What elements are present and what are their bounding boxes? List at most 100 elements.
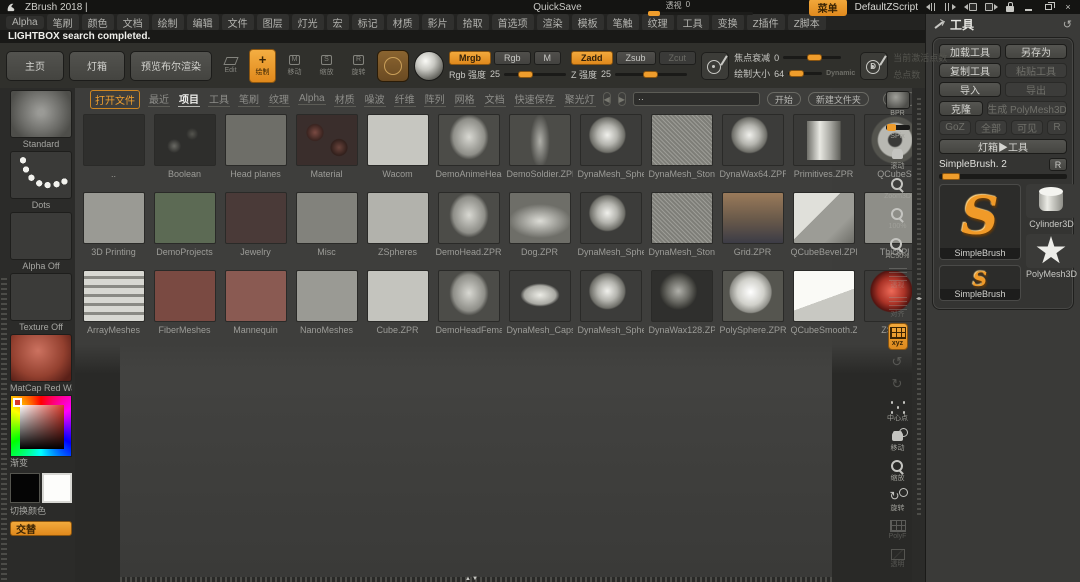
load-tool-button[interactable]: 加载工具	[939, 44, 1001, 59]
lightbox-item[interactable]: Mannequin	[223, 270, 289, 344]
right-tray-toggle-icon[interactable]	[945, 3, 956, 11]
draw-size-slider[interactable]: 绘制大小 64 Dynamic	[734, 67, 855, 80]
quicksave-button[interactable]: QuickSave	[533, 2, 581, 13]
menu-item[interactable]: 材质	[387, 14, 419, 31]
menu-item[interactable]: 纹理	[642, 14, 674, 31]
lightbox-item[interactable]: ZSpheres	[365, 192, 431, 270]
lightbox-thumbnail[interactable]	[438, 114, 500, 166]
right-shelf-item[interactable]: PolyF	[888, 517, 908, 542]
stroke-thumbnail[interactable]	[10, 151, 72, 199]
lightbox-item[interactable]: DynaMesh_Spher	[578, 270, 644, 344]
menu-item[interactable]: 工具	[677, 14, 709, 31]
prev-document-icon[interactable]	[964, 3, 977, 11]
lightbox-item[interactable]: Dog.ZPR	[507, 192, 573, 270]
menu-item[interactable]: 文件	[222, 14, 254, 31]
lightbox-item[interactable]: DynaMesh_Capsu	[507, 270, 573, 344]
lightbox-item[interactable]: Primitives.ZPR	[791, 114, 857, 192]
lightbox-thumbnail[interactable]	[296, 270, 358, 322]
menu-item[interactable]: Alpha	[6, 16, 44, 29]
rotate-mode-button[interactable]: R 旋转	[345, 49, 372, 83]
lightbox-item[interactable]: Cube.ZPR	[365, 270, 431, 344]
menu-item[interactable]: 图层	[257, 14, 289, 31]
preview-boolean-button[interactable]: 预览布尔渲染	[130, 51, 212, 81]
right-shelf-item[interactable]: 100%	[886, 205, 910, 232]
lightbox-forward-icon[interactable]: ▶	[618, 92, 626, 106]
tool-palette-header[interactable]: 工具 ↺	[926, 14, 1080, 34]
clone-button[interactable]: 克隆	[939, 101, 983, 116]
right-shelf-item[interactable]	[886, 353, 910, 372]
lightbox-item[interactable]: QCubeSmooth.ZP	[791, 270, 857, 344]
color-picker[interactable]	[10, 395, 72, 457]
make-polymesh3d-button[interactable]: 生成 PolyMesh3D	[987, 101, 1067, 116]
menu-item[interactable]: Z脚本	[788, 14, 826, 31]
import-button[interactable]: 导入	[939, 82, 1001, 97]
lightbox-tab[interactable]: 材质	[334, 91, 356, 107]
lightbox-item[interactable]: FiberMeshes	[152, 270, 218, 344]
edit-mode-button[interactable]: Edit	[217, 49, 244, 83]
menu-item[interactable]: 渲染	[537, 14, 569, 31]
current-material-preview[interactable]	[414, 51, 444, 81]
alpha-thumbnail[interactable]	[10, 212, 72, 260]
lightbox-thumbnail[interactable]	[225, 114, 287, 166]
lightbox-thumbnail[interactable]	[722, 114, 784, 166]
zcut-button[interactable]: Zcut	[659, 51, 697, 65]
tool-item-cylinder3d[interactable]: Cylinder3D	[1026, 184, 1077, 229]
lightbox-thumbnail[interactable]	[83, 192, 145, 244]
lightbox-thumbnail[interactable]	[509, 114, 571, 166]
color-picker-sv-area[interactable]	[20, 405, 64, 449]
menu-item[interactable]: 编辑	[187, 14, 219, 31]
goz-r-button[interactable]: R	[1047, 120, 1067, 135]
lightbox-thumbnail[interactable]	[154, 114, 216, 166]
canvas-scroll-arrows-icon[interactable]: ▲▼	[465, 576, 479, 582]
right-shelf-item[interactable]: 移动	[886, 427, 910, 454]
lightbox-thumbnail[interactable]	[154, 192, 216, 244]
lightbox-item[interactable]: NanoMeshes	[294, 270, 360, 344]
save-as-button[interactable]: 另存为	[1005, 44, 1067, 59]
lightbox-tab[interactable]: 网格	[454, 91, 476, 107]
right-shelf-item[interactable]: 缩放	[886, 457, 910, 484]
lightbox-thumbnail[interactable]	[83, 270, 145, 322]
lightbox-item[interactable]: 3D Printing	[81, 192, 147, 270]
lightbox-thumbnail[interactable]	[225, 192, 287, 244]
primary-color-swatch[interactable]	[42, 473, 72, 503]
paste-tool-button[interactable]: 粘贴工具	[1005, 63, 1067, 78]
lightbox-start-button[interactable]: 开始	[767, 92, 801, 106]
lightbox-thumbnail[interactable]	[154, 270, 216, 322]
right-tray-divider[interactable]: ◂▸	[912, 88, 925, 582]
goz-all-button[interactable]: 全部	[975, 120, 1007, 135]
lightbox-thumbnail[interactable]	[367, 192, 429, 244]
focal-shift-icon[interactable]	[701, 52, 729, 80]
dynamic-label[interactable]: Dynamic	[826, 70, 855, 77]
lightbox-thumbnail[interactable]	[367, 270, 429, 322]
right-shelf-item[interactable]: Zoom3D	[883, 175, 912, 202]
lightbox-tab[interactable]: 最近	[148, 91, 170, 107]
menu-item[interactable]: 模板	[572, 14, 604, 31]
lightbox-item[interactable]: DemoHead.ZPR	[436, 192, 502, 270]
lightbox-thumbnail[interactable]	[651, 114, 713, 166]
current-stroke-widget[interactable]: Dots	[10, 151, 72, 211]
tool-item-simplebrush[interactable]: S SimpleBrush	[939, 265, 1021, 301]
material-thumbnail[interactable]	[10, 334, 72, 382]
lightbox-thumbnail[interactable]	[580, 114, 642, 166]
goz-visible-button[interactable]: 可见	[1011, 120, 1043, 135]
mrgb-button[interactable]: Mrgb	[449, 51, 491, 65]
lightbox-thumbnail[interactable]	[722, 192, 784, 244]
lightbox-item[interactable]: QCubeBevel.ZPR	[791, 192, 857, 270]
copy-tool-button[interactable]: 复制工具	[939, 63, 1001, 78]
lightbox-item[interactable]: PolySphere.ZPR	[720, 270, 786, 344]
lightbox-thumbnail[interactable]	[296, 192, 358, 244]
dynamic-size-icon[interactable]: D	[860, 52, 888, 80]
brush-thumbnail[interactable]	[10, 90, 72, 138]
current-material-widget[interactable]: MatCap Red Wax	[10, 334, 72, 394]
right-shelf-item[interactable]: 中心点	[886, 397, 910, 424]
lightbox-item[interactable]: DynaMesh_Spher	[578, 114, 644, 192]
menu-item[interactable]: 影片	[422, 14, 454, 31]
lightbox-thumbnail[interactable]	[580, 270, 642, 322]
lightbox-new-folder-button[interactable]: 新建文件夹	[808, 92, 869, 106]
rgb-button[interactable]: Rgb	[494, 51, 531, 65]
next-document-icon[interactable]	[985, 3, 998, 11]
menu-button[interactable]: 菜单	[809, 0, 847, 16]
menu-item[interactable]: 标记	[352, 14, 384, 31]
right-shelf-item[interactable]: 透视	[888, 265, 908, 291]
gradient-label[interactable]: 渐变	[10, 457, 73, 469]
